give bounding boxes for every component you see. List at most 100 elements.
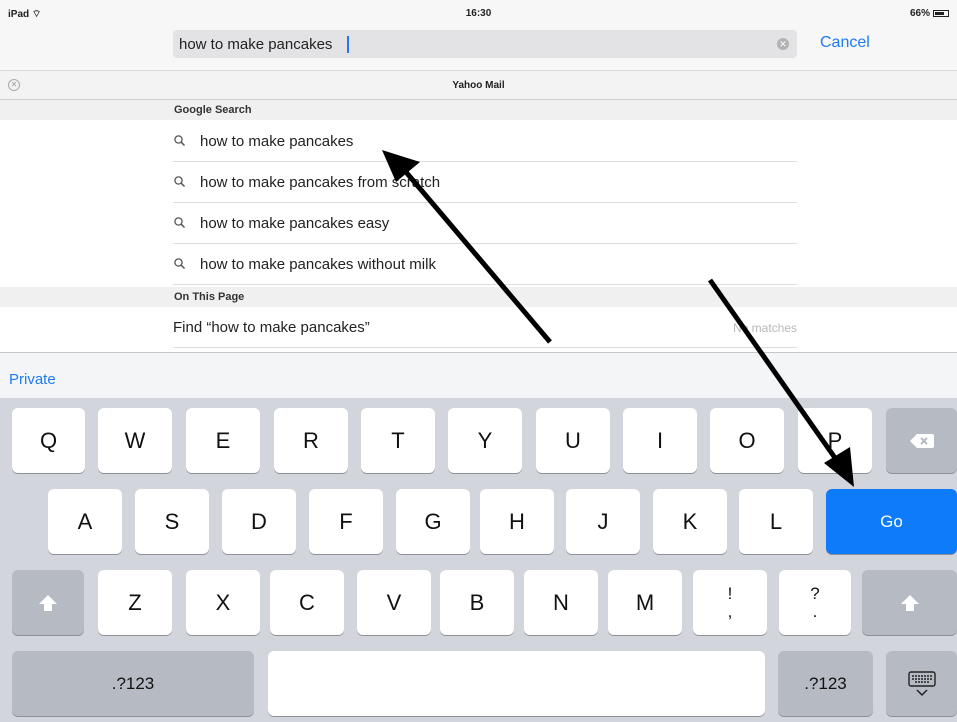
key-l[interactable]: L <box>739 489 813 554</box>
space-key[interactable] <box>268 651 765 716</box>
suggestion-text: how to make pancakes easy <box>200 215 390 232</box>
key-d[interactable]: D <box>222 489 296 554</box>
key-label: K <box>682 508 698 534</box>
address-bar-area: ✕ Cancel <box>0 22 957 70</box>
key-label: Z <box>128 589 142 615</box>
cancel-button[interactable]: Cancel <box>820 34 870 52</box>
key-label: B <box>469 589 485 615</box>
key-r[interactable]: R <box>274 408 348 473</box>
hide-keyboard-key[interactable] <box>886 651 957 716</box>
shift-icon <box>900 594 919 611</box>
key-label: N <box>553 589 569 615</box>
key-label: Go <box>880 511 903 531</box>
key-q[interactable]: Q <box>12 408 85 473</box>
text-caret <box>347 36 349 53</box>
shift-icon <box>39 594 57 611</box>
key-i[interactable]: I <box>623 408 697 473</box>
key-label: J <box>597 508 609 534</box>
key-label: .?123 <box>111 673 155 693</box>
backspace-icon <box>909 433 934 448</box>
key-label: Y <box>477 427 493 453</box>
keyboard-accessory-bar: Private <box>0 352 957 398</box>
address-input[interactable] <box>179 30 769 58</box>
key-label: O <box>738 427 756 453</box>
key-label: S <box>164 508 180 534</box>
key-label-top: ! <box>727 583 733 603</box>
key-w[interactable]: W <box>98 408 172 473</box>
go-key[interactable]: Go <box>826 489 957 554</box>
key-label-top: ? <box>810 583 820 603</box>
search-icon <box>174 135 186 147</box>
address-field[interactable]: ✕ <box>173 30 797 58</box>
search-icon <box>174 176 186 188</box>
key-v[interactable]: V <box>357 570 431 635</box>
clear-icon[interactable]: ✕ <box>777 38 789 50</box>
suggestion-item[interactable]: how to make pancakes easy <box>173 203 797 244</box>
key-label: L <box>769 508 783 534</box>
key-t[interactable]: T <box>361 408 435 473</box>
key-p[interactable]: P <box>798 408 872 473</box>
key-label: R <box>303 427 319 453</box>
suggestion-text: how to make pancakes without milk <box>200 256 436 273</box>
private-button[interactable]: Private <box>9 371 56 388</box>
key-u[interactable]: U <box>536 408 610 473</box>
key-h[interactable]: H <box>480 489 554 554</box>
suggestion-item[interactable]: how to make pancakes <box>173 121 797 162</box>
key-label: T <box>391 427 405 453</box>
key-label: G <box>424 508 442 534</box>
key-label: C <box>299 589 315 615</box>
key-label: H <box>509 508 525 534</box>
key-c[interactable]: C <box>270 570 344 635</box>
shift-key-left[interactable] <box>12 570 84 635</box>
numbers-key-left[interactable]: .?123 <box>12 651 254 716</box>
key-f[interactable]: F <box>309 489 383 554</box>
key-label: D <box>251 508 267 534</box>
key-label: E <box>215 427 231 453</box>
key-z[interactable]: Z <box>98 570 172 635</box>
key-label: W <box>124 427 146 453</box>
key-y[interactable]: Y <box>448 408 522 473</box>
key-exclamation-comma[interactable]: !, <box>693 570 767 635</box>
key-n[interactable]: N <box>524 570 598 635</box>
backspace-key[interactable] <box>886 408 957 473</box>
clock: 16:30 <box>465 8 492 19</box>
find-on-page-item[interactable]: Find “how to make pancakes” No matches <box>173 307 797 348</box>
key-label: V <box>386 589 402 615</box>
section-title: Google Search <box>174 104 252 116</box>
key-g[interactable]: G <box>396 489 470 554</box>
battery-icon <box>933 10 949 17</box>
find-on-page-text: Find “how to make pancakes” <box>173 319 370 336</box>
suggestion-item[interactable]: how to make pancakes from scratch <box>173 162 797 203</box>
keyboard: Q W E R T Y U I O P A S D F G H J K L Go… <box>0 398 957 722</box>
tab-bar: ✕ Yahoo Mail <box>0 70 957 100</box>
key-label: F <box>339 508 353 534</box>
key-e[interactable]: E <box>186 408 260 473</box>
battery-indicator: 66% <box>910 8 949 19</box>
key-label: M <box>635 589 655 615</box>
suggestion-item[interactable]: how to make pancakes without milk <box>173 244 797 285</box>
key-j[interactable]: J <box>566 489 640 554</box>
on-this-page-header: On This Page <box>0 287 957 307</box>
key-k[interactable]: K <box>653 489 727 554</box>
key-label: I <box>656 427 664 453</box>
search-icon <box>174 258 186 270</box>
key-label: U <box>565 427 581 453</box>
shift-key-right[interactable] <box>862 570 957 635</box>
key-o[interactable]: O <box>710 408 784 473</box>
key-b[interactable]: B <box>440 570 514 635</box>
keyboard-hide-icon <box>907 670 936 696</box>
key-label: .?123 <box>804 673 847 693</box>
suggestion-text: how to make pancakes from scratch <box>200 174 441 191</box>
key-s[interactable]: S <box>135 489 209 554</box>
tab-title[interactable]: Yahoo Mail <box>0 80 957 91</box>
numbers-key-right[interactable]: .?123 <box>778 651 873 716</box>
key-label: X <box>215 589 231 615</box>
status-bar: iPad ⌔ 16:30 66% <box>0 0 957 22</box>
key-label: A <box>77 508 93 534</box>
key-question-period[interactable]: ?. <box>779 570 851 635</box>
suggestion-text: how to make pancakes <box>200 133 354 150</box>
key-m[interactable]: M <box>608 570 682 635</box>
key-x[interactable]: X <box>186 570 260 635</box>
suggestions-panel: Google Search how to make pancakes how t… <box>0 100 957 352</box>
key-a[interactable]: A <box>48 489 122 554</box>
